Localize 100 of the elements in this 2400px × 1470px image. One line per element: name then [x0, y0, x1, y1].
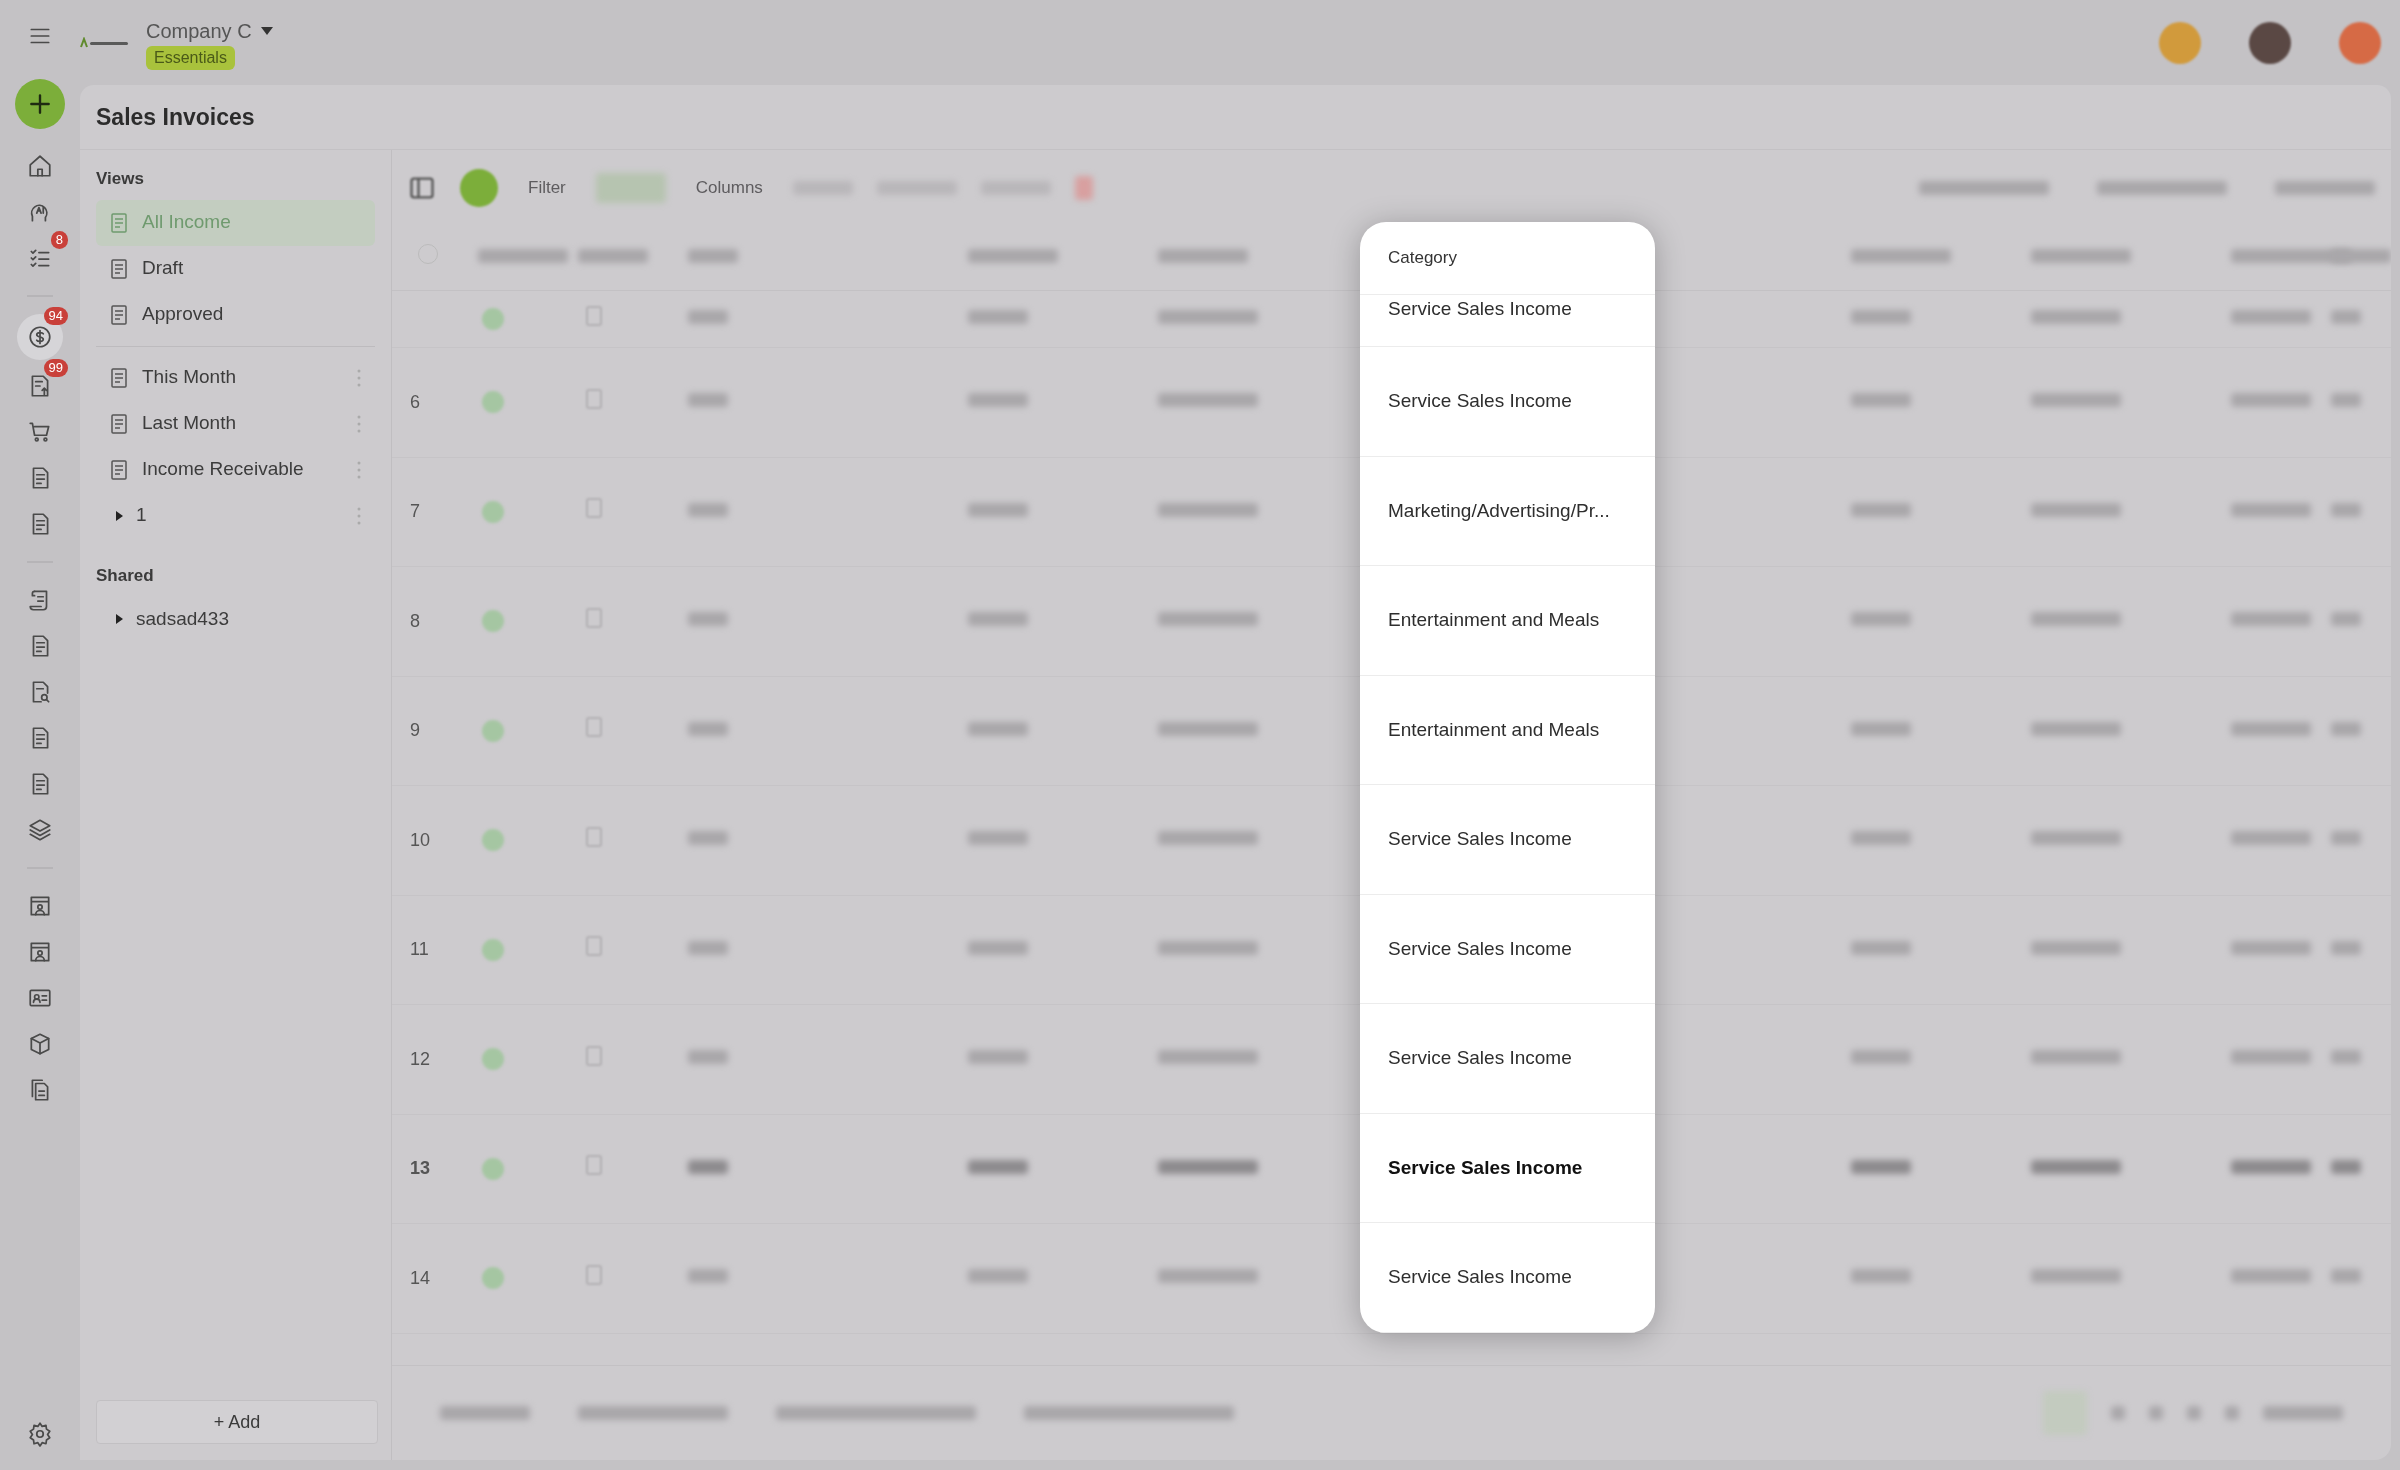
blurred-text: [688, 310, 728, 324]
table-cell: Service Sales Income: [1360, 1113, 1655, 1223]
status-icon: [482, 1267, 504, 1290]
row-number: 10: [409, 828, 432, 852]
table-cell: Service Sales Income: [1360, 295, 1655, 347]
count-badge: 8: [50, 231, 68, 249]
blurred-text: [968, 831, 1028, 846]
filter-button[interactable]: Filter: [522, 173, 572, 202]
company-name[interactable]: Company C: [146, 15, 252, 46]
row-number: 6: [409, 390, 421, 414]
blurred-text: [2331, 310, 2361, 324]
count-badge: 99: [43, 359, 68, 377]
view-item[interactable]: sadsad433: [96, 596, 375, 642]
plan-badge: Essentials: [146, 45, 235, 70]
blurred-text: [968, 1050, 1028, 1065]
view-label: Approved: [142, 302, 224, 327]
blurred-text: [688, 248, 738, 263]
blurred-text: [688, 502, 728, 517]
layers-icon: [27, 817, 53, 843]
store-icon: [27, 893, 53, 919]
section-heading: Views: [96, 168, 145, 190]
expand-arrow-icon[interactable]: [114, 510, 124, 521]
blurred-text: [578, 248, 648, 263]
column-header[interactable]: Category: [1360, 222, 1655, 295]
blurred-text: [1851, 1159, 1911, 1174]
blurred-text: [688, 393, 728, 408]
row-number: 13: [409, 1157, 432, 1181]
blurred-text: [1851, 831, 1911, 846]
blurred-text: [2331, 393, 2361, 408]
blurred-text: [1851, 721, 1911, 736]
blurred-text: [2331, 721, 2361, 736]
blurred-text: [1851, 502, 1911, 517]
view-item[interactable]: Income Receivable: [96, 446, 375, 493]
row-number: 11: [409, 938, 430, 962]
blurred-icon: [1074, 175, 1093, 200]
status-icon: [482, 308, 504, 330]
view-item[interactable]: Draft: [96, 245, 375, 292]
count-badge: 94: [43, 307, 68, 325]
blurred-text: [2331, 612, 2361, 627]
status-icon: [482, 391, 504, 414]
dollar-icon: [27, 324, 53, 350]
view-item[interactable]: This Month: [96, 354, 375, 401]
blurred-text: [1851, 1050, 1911, 1065]
blurred-text: [968, 502, 1028, 517]
table-cell: Service Sales Income: [1360, 347, 1655, 457]
expand-arrow-icon[interactable]: [114, 614, 124, 624]
row-number: 8: [409, 609, 421, 633]
blurred-text: [968, 721, 1028, 736]
view-item[interactable]: Approved: [96, 291, 375, 338]
status-icon: [482, 1157, 504, 1180]
table-cell: Service Sales Income: [1360, 1004, 1655, 1114]
table-cell: Marketing/Advertising/Pr...: [1360, 456, 1655, 566]
table-cell: Service Sales Income: [1360, 894, 1655, 1004]
list-icon: [110, 211, 130, 234]
view-item[interactable]: Last Month: [96, 400, 375, 447]
list-icon: [110, 458, 130, 481]
add-view-button[interactable]: + Add: [96, 1400, 378, 1444]
blurred-text: [968, 1269, 1028, 1284]
list-icon: [110, 257, 130, 280]
blurred-text: [1851, 310, 1911, 324]
status-icon: [482, 1048, 504, 1071]
avatar[interactable]: [2249, 21, 2291, 64]
list-icon: [110, 366, 130, 389]
blurred-text: [2331, 1050, 2361, 1065]
blurred-text: [688, 1050, 728, 1065]
add-button[interactable]: [15, 79, 65, 129]
blurred-text: [688, 1159, 728, 1174]
blurred-text: [2331, 831, 2361, 846]
status-icon: [482, 938, 504, 961]
blurred-text: [2331, 940, 2361, 955]
blurred-text: [968, 393, 1028, 408]
blurred-text: [688, 612, 728, 627]
table-cell: Entertainment and Meals: [1360, 675, 1655, 785]
view-label: All Income: [142, 210, 231, 235]
columns-button[interactable]: Columns: [689, 173, 769, 202]
blurred-text: [968, 1159, 1028, 1174]
row-number: 12: [409, 1047, 432, 1071]
box-icon: [27, 1031, 53, 1057]
store-icon: [27, 939, 53, 965]
page-title: Sales Invoices: [96, 102, 255, 132]
section-heading: Shared: [96, 564, 155, 587]
list-icon: [110, 412, 130, 435]
blurred-text: [688, 1269, 728, 1284]
view-item[interactable]: 1: [96, 492, 375, 539]
blurred-text: [1851, 1269, 1911, 1284]
view-label: This Month: [142, 365, 236, 390]
table-cell: Service Sales Income: [1360, 785, 1655, 895]
blurred-text: [688, 721, 728, 736]
status-icon: [482, 719, 504, 742]
table-cell: Entertainment and Meals: [1360, 566, 1655, 676]
blurred-text: [2331, 502, 2361, 517]
blurred-text: [1851, 612, 1911, 627]
blurred-text: [2331, 1159, 2361, 1174]
row-number: 7: [409, 500, 421, 524]
view-label: Income Receivable: [142, 457, 304, 482]
list-icon: [110, 303, 130, 326]
row-number: 14: [409, 1266, 432, 1290]
blurred-text: [688, 940, 728, 955]
plus-icon: [27, 91, 53, 117]
blurred-text: [968, 612, 1028, 627]
